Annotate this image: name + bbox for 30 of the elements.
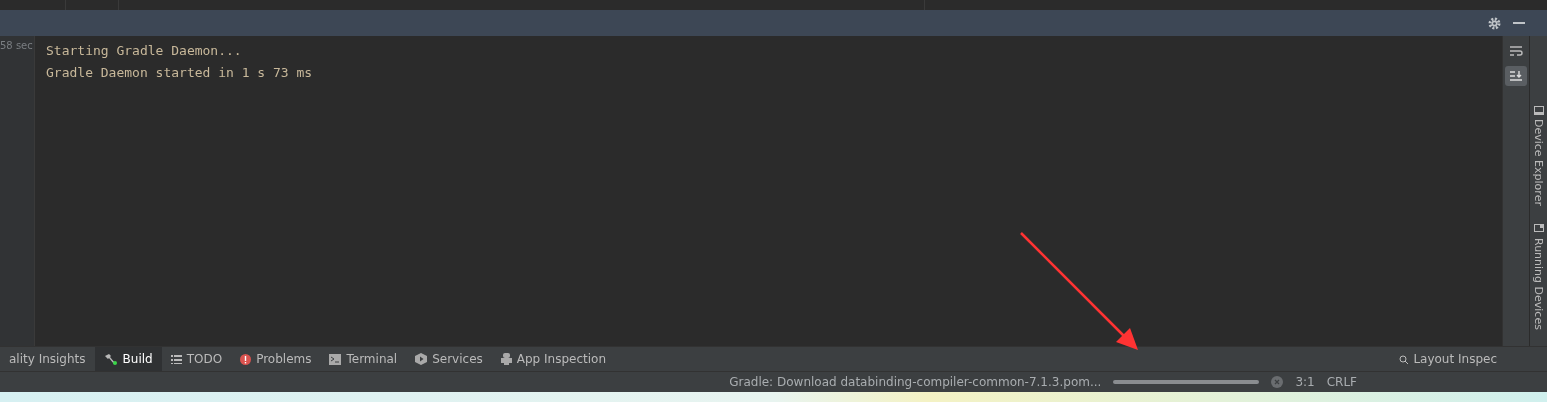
side-tab[interactable]: Running Devices (1532, 223, 1545, 330)
background-task[interactable]: Gradle: Download databinding-compiler-common-7.1.3.pom... (729, 375, 1102, 389)
caret-position[interactable]: 3:1 (1295, 375, 1315, 389)
list-icon (170, 354, 182, 364)
play-icon (415, 353, 428, 365)
scroll-to-end-icon (1509, 70, 1523, 82)
tool-tab[interactable]: TODO (161, 347, 232, 371)
phone-icon (1533, 106, 1544, 115)
error-icon (240, 353, 252, 365)
tool-tab[interactable]: Build (94, 347, 162, 371)
console-line: Gradle Daemon started in 1 s 73 ms (46, 64, 314, 82)
tool-tab[interactable]: ality Insights (0, 347, 95, 371)
toolbar-toggle[interactable] (1505, 66, 1527, 86)
cancel-icon[interactable] (1271, 376, 1284, 388)
settings-icon[interactable] (1488, 16, 1501, 30)
soft-wrap-icon (1509, 46, 1523, 58)
side-tab[interactable]: Device Explorer (1532, 106, 1545, 206)
search-icon (1399, 354, 1409, 364)
device-icon (1533, 223, 1544, 234)
line-separator[interactable]: CRLF (1326, 375, 1357, 389)
tool-tab[interactable]: Services (406, 347, 492, 371)
terminal-icon (329, 353, 342, 365)
tool-tab[interactable]: Problems (231, 347, 321, 371)
build-duration: 58 sec (0, 40, 34, 51)
tool-tab[interactable]: Terminal (320, 347, 407, 371)
console-line: Starting Gradle Daemon... (46, 42, 243, 60)
tool-tab[interactable]: Layout Inspec (1390, 347, 1547, 371)
robot-icon (500, 353, 512, 365)
tool-tab[interactable]: App Inspection (491, 347, 616, 371)
hammer-icon (103, 353, 118, 365)
